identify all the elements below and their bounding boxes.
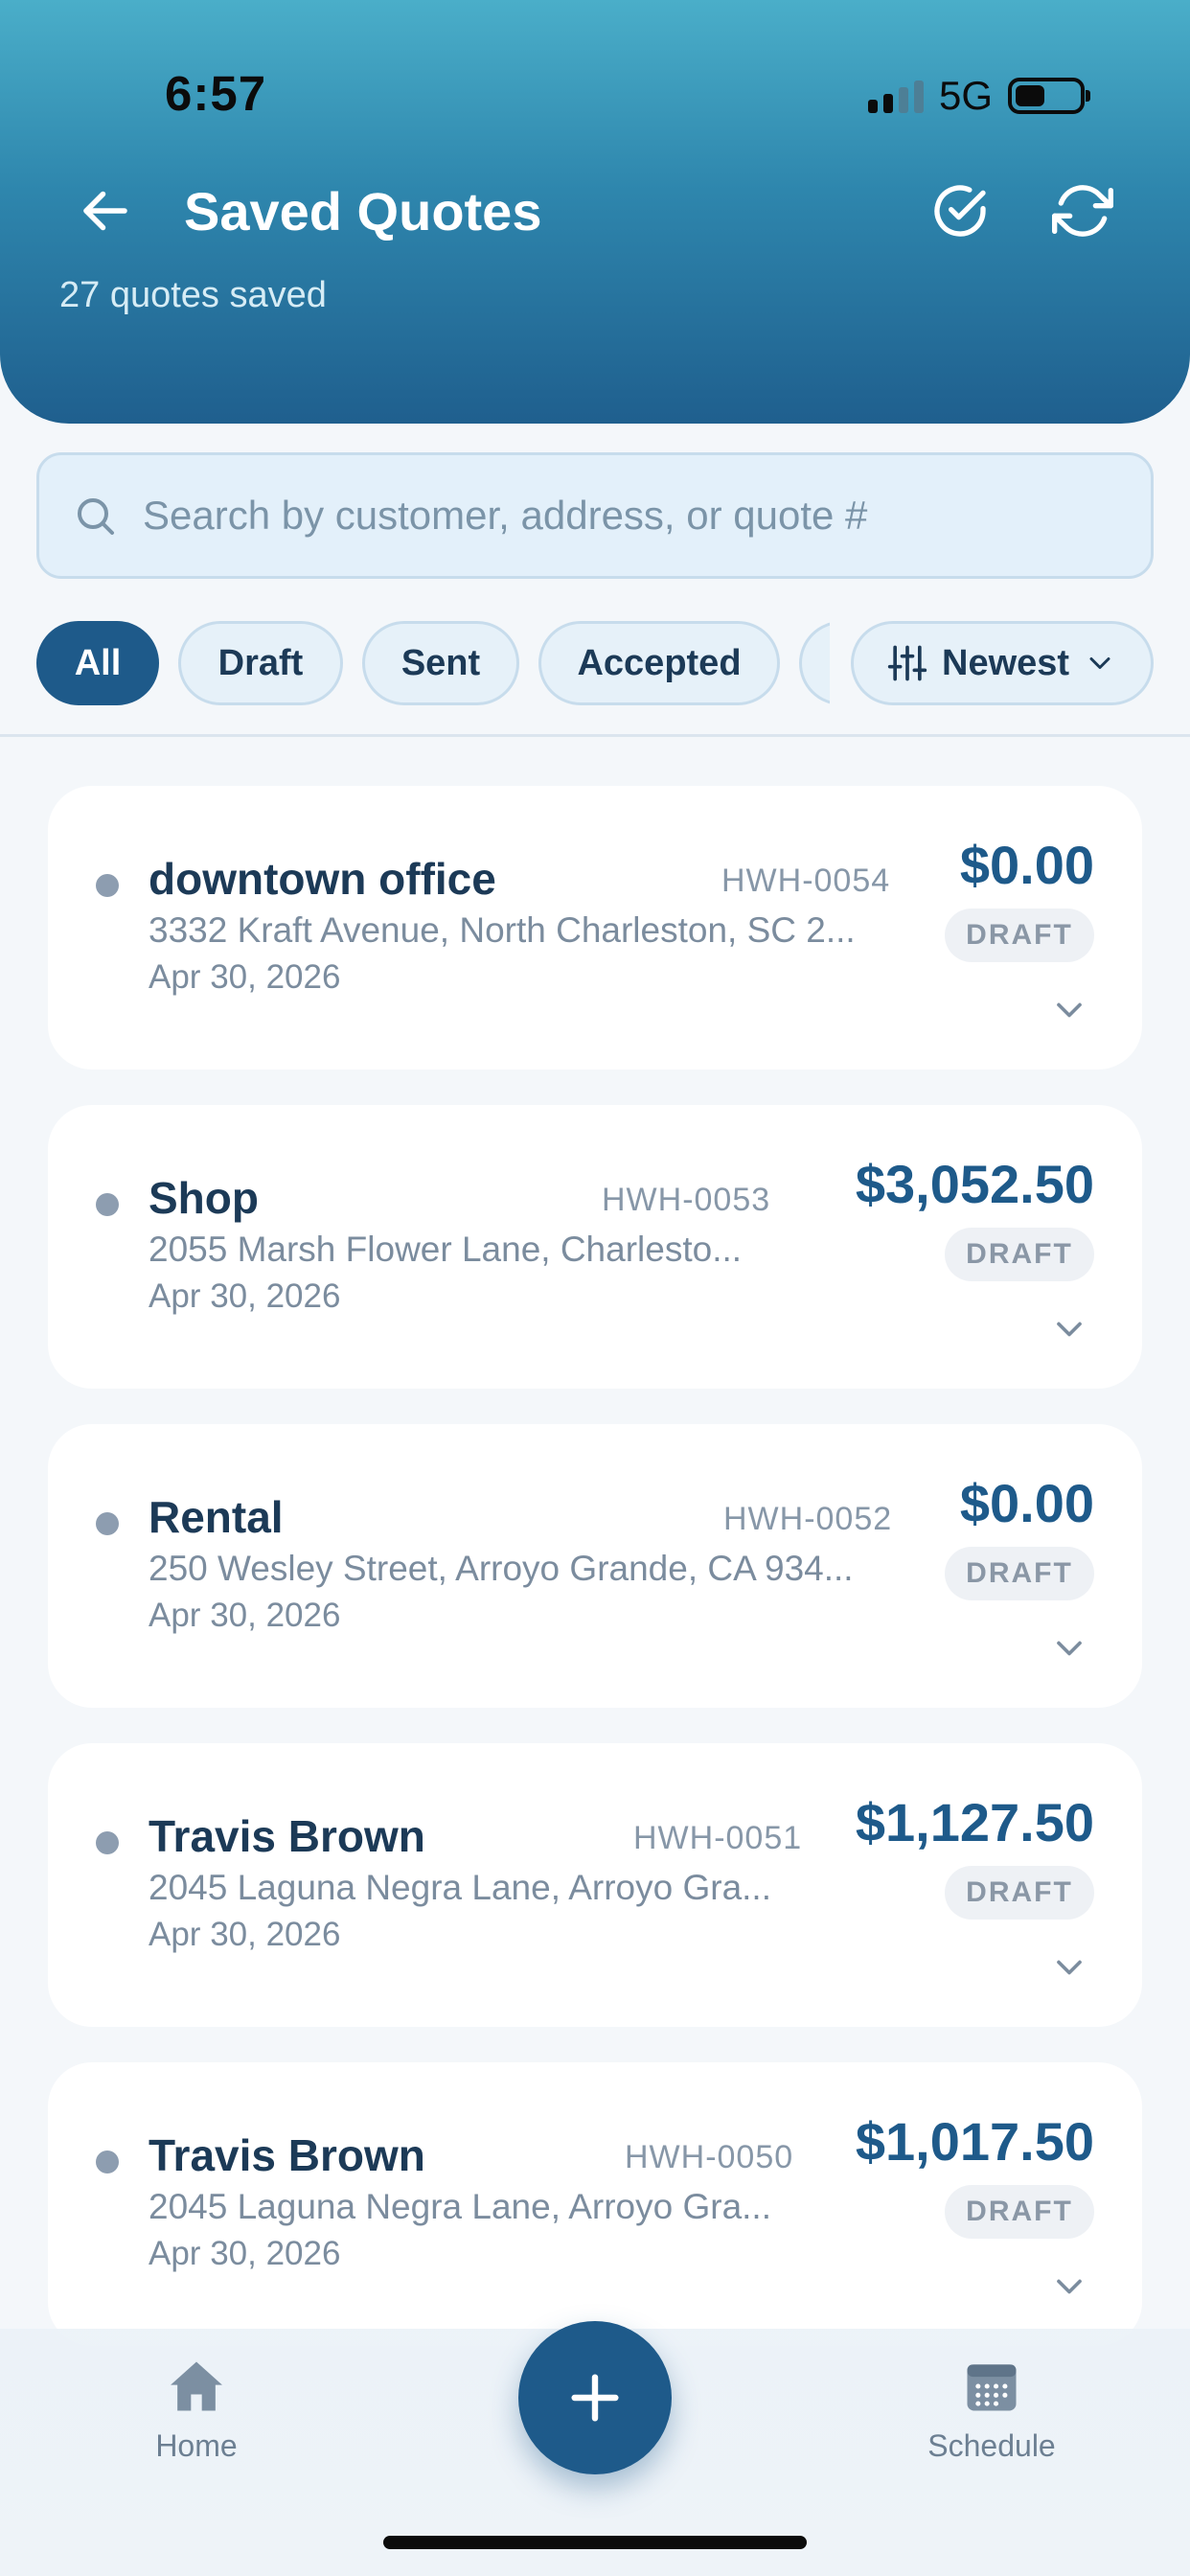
quote-date: Apr 30, 2026 [149,1597,341,1634]
status-indicators: 5G [867,73,1090,119]
refresh-icon[interactable] [1052,180,1113,242]
plus-icon [571,2374,619,2422]
search-input[interactable] [143,493,1151,539]
filter-chip-more[interactable] [799,621,830,705]
quote-address: 250 Wesley Street, Arroyo Grande, CA 934… [149,1549,854,1588]
status-dot [96,1512,119,1535]
customer-name: Travis Brown [149,2130,425,2180]
status-badge: DRAFT [945,1547,1094,1600]
customer-name: downtown office [149,854,496,904]
filter-chip-sent[interactable]: Sent [362,621,519,705]
network-type: 5G [938,73,993,118]
status-dot [96,1831,119,1854]
quote-date: Apr 30, 2026 [149,1916,341,1953]
chevron-down-icon[interactable] [1048,989,1090,1031]
nav-home-label: Home [155,2428,238,2463]
battery-icon [1008,78,1090,114]
quote-address: 2045 Laguna Negra Lane, Arroyo Gra... [149,2187,771,2226]
cellular-signal-icon [867,79,924,113]
quote-amount: $0.00 [959,1473,1094,1533]
divider [0,734,1190,737]
quote-card[interactable]: downtown office HWH-0054 3332 Kraft Aven… [48,786,1142,1070]
filter-chip-accepted[interactable]: Accepted [538,621,780,705]
quote-card[interactable]: Travis Brown HWH-0051 2045 Laguna Negra … [48,1743,1142,2027]
quote-number: HWH-0054 [721,862,891,899]
add-quote-button[interactable] [518,2321,672,2474]
sort-button[interactable]: Newest [851,621,1154,705]
quote-card[interactable]: Travis Brown HWH-0050 2045 Laguna Negra … [48,2062,1142,2346]
quote-card[interactable]: Rental HWH-0052 250 Wesley Street, Arroy… [48,1424,1142,1708]
filter-chip-all[interactable]: All [36,621,159,705]
home-indicator [383,2536,807,2549]
header: 6:57 5G Saved Quotes 27 quotes saved [0,0,1190,424]
quote-date: Apr 30, 2026 [149,958,341,996]
quote-amount: $3,052.50 [855,1154,1094,1214]
status-dot [96,1193,119,1216]
quote-number: HWH-0052 [723,1501,893,1537]
quotes-count: 27 quotes saved [59,275,327,315]
chevron-down-icon [1089,657,1110,669]
chevron-down-icon[interactable] [1048,1627,1090,1669]
search-icon [78,498,114,535]
customer-name: Travis Brown [149,1811,425,1861]
sort-label: Newest [942,642,1070,683]
sliders-icon [887,645,927,681]
chevron-down-icon[interactable] [1048,1946,1090,1989]
nav-schedule-label: Schedule [927,2428,1056,2463]
home-icon [171,2361,222,2411]
customer-name: Shop [149,1173,259,1223]
status-badge: DRAFT [945,2185,1094,2239]
page-title: Saved Quotes [184,181,542,242]
quote-date: Apr 30, 2026 [149,2235,341,2272]
nav-home[interactable]: Home [144,2354,249,2464]
quote-amount: $1,017.50 [855,2111,1094,2172]
quote-number: HWH-0051 [633,1820,803,1856]
check-circle-icon[interactable] [929,180,991,242]
status-dot [96,2150,119,2174]
quote-date: Apr 30, 2026 [149,1277,341,1315]
quote-card[interactable]: Shop HWH-0053 2055 Marsh Flower Lane, Ch… [48,1105,1142,1389]
quote-address: 2055 Marsh Flower Lane, Charlesto... [149,1230,743,1269]
filter-chip-draft[interactable]: Draft [178,621,343,705]
quote-number: HWH-0050 [625,2139,794,2175]
quote-number: HWH-0053 [602,1182,771,1218]
status-filter-chips: All Draft Sent Accepted [36,621,830,705]
search-bar[interactable] [36,452,1154,579]
nav-schedule[interactable]: Schedule [915,2354,1068,2464]
status-time: 6:57 [165,66,267,121]
quote-address: 2045 Laguna Negra Lane, Arroyo Gra... [149,1868,771,1907]
chevron-down-icon[interactable] [1048,1308,1090,1350]
chevron-down-icon[interactable] [1048,2266,1090,2308]
quote-address: 3332 Kraft Avenue, North Charleston, SC … [149,910,856,950]
status-badge: DRAFT [945,1866,1094,1920]
quote-amount: $1,127.50 [855,1792,1094,1852]
calendar-icon [967,2364,1017,2411]
status-badge: DRAFT [945,1228,1094,1281]
back-arrow-icon[interactable] [77,182,134,240]
status-badge: DRAFT [945,908,1094,962]
status-dot [96,874,119,897]
customer-name: Rental [149,1492,284,1542]
quote-amount: $0.00 [959,835,1094,895]
